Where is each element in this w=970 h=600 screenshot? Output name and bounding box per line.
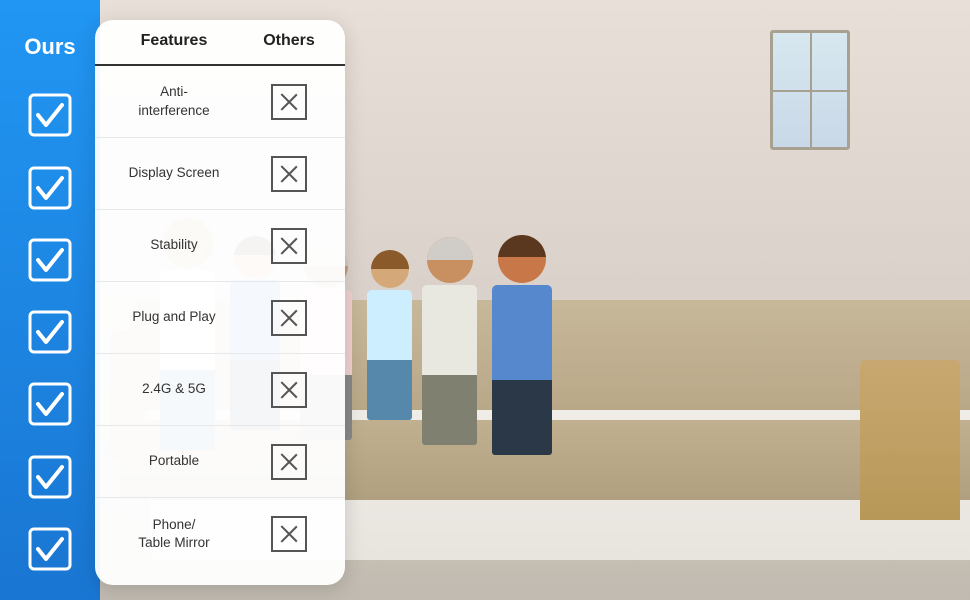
col-others-header: Others (243, 32, 335, 54)
x-mark-7 (271, 516, 307, 552)
check-icon-6 (28, 455, 72, 499)
x-mark-col-6 (243, 444, 335, 480)
col-features-header: Features (105, 32, 243, 54)
x-mark-4 (271, 300, 307, 336)
feature-phone-mirror: Phone/Table Mirror (105, 516, 243, 552)
feature-display-screen: Display Screen (105, 164, 243, 182)
x-mark-3 (271, 228, 307, 264)
x-mark-col-7 (243, 516, 335, 552)
table-row-2g-5g: 2.4G & 5G (95, 354, 345, 426)
person-4 (367, 250, 412, 420)
comparison-table: Features Others Anti-interference Displa… (95, 20, 345, 585)
check-icon-1 (28, 93, 72, 137)
check-icon-2 (28, 166, 72, 210)
feature-plug-play: Plug and Play (105, 308, 243, 326)
sidebar-label: Ours (24, 29, 75, 65)
table-row-plug-play: Plug and Play (95, 282, 345, 354)
sidebar: Ours (0, 0, 100, 600)
x-mark-col-5 (243, 372, 335, 408)
x-mark-col-1 (243, 84, 335, 120)
table-row-display-screen: Display Screen (95, 138, 345, 210)
x-mark-1 (271, 84, 307, 120)
x-mark-5 (271, 372, 307, 408)
x-mark-6 (271, 444, 307, 480)
feature-anti-interference: Anti-interference (105, 83, 243, 119)
side-table (860, 360, 960, 520)
check-icon-4 (28, 310, 72, 354)
feature-2g-5g: 2.4G & 5G (105, 380, 243, 398)
table-row-stability: Stability (95, 210, 345, 282)
check-icon-7 (28, 527, 72, 571)
person-5 (422, 237, 477, 445)
table-row-anti-interference: Anti-interference (95, 66, 345, 138)
x-mark-2 (271, 156, 307, 192)
table-header: Features Others (95, 20, 345, 66)
window-bar-v (810, 33, 812, 147)
x-mark-col-3 (243, 228, 335, 264)
check-icon-3 (28, 238, 72, 282)
table-row-portable: Portable (95, 426, 345, 498)
window (770, 30, 850, 150)
feature-stability: Stability (105, 236, 243, 254)
table-row-phone-mirror: Phone/Table Mirror (95, 498, 345, 570)
feature-portable: Portable (105, 452, 243, 470)
check-icon-5 (28, 382, 72, 426)
x-mark-col-2 (243, 156, 335, 192)
x-mark-col-4 (243, 300, 335, 336)
person-6 (492, 235, 552, 455)
